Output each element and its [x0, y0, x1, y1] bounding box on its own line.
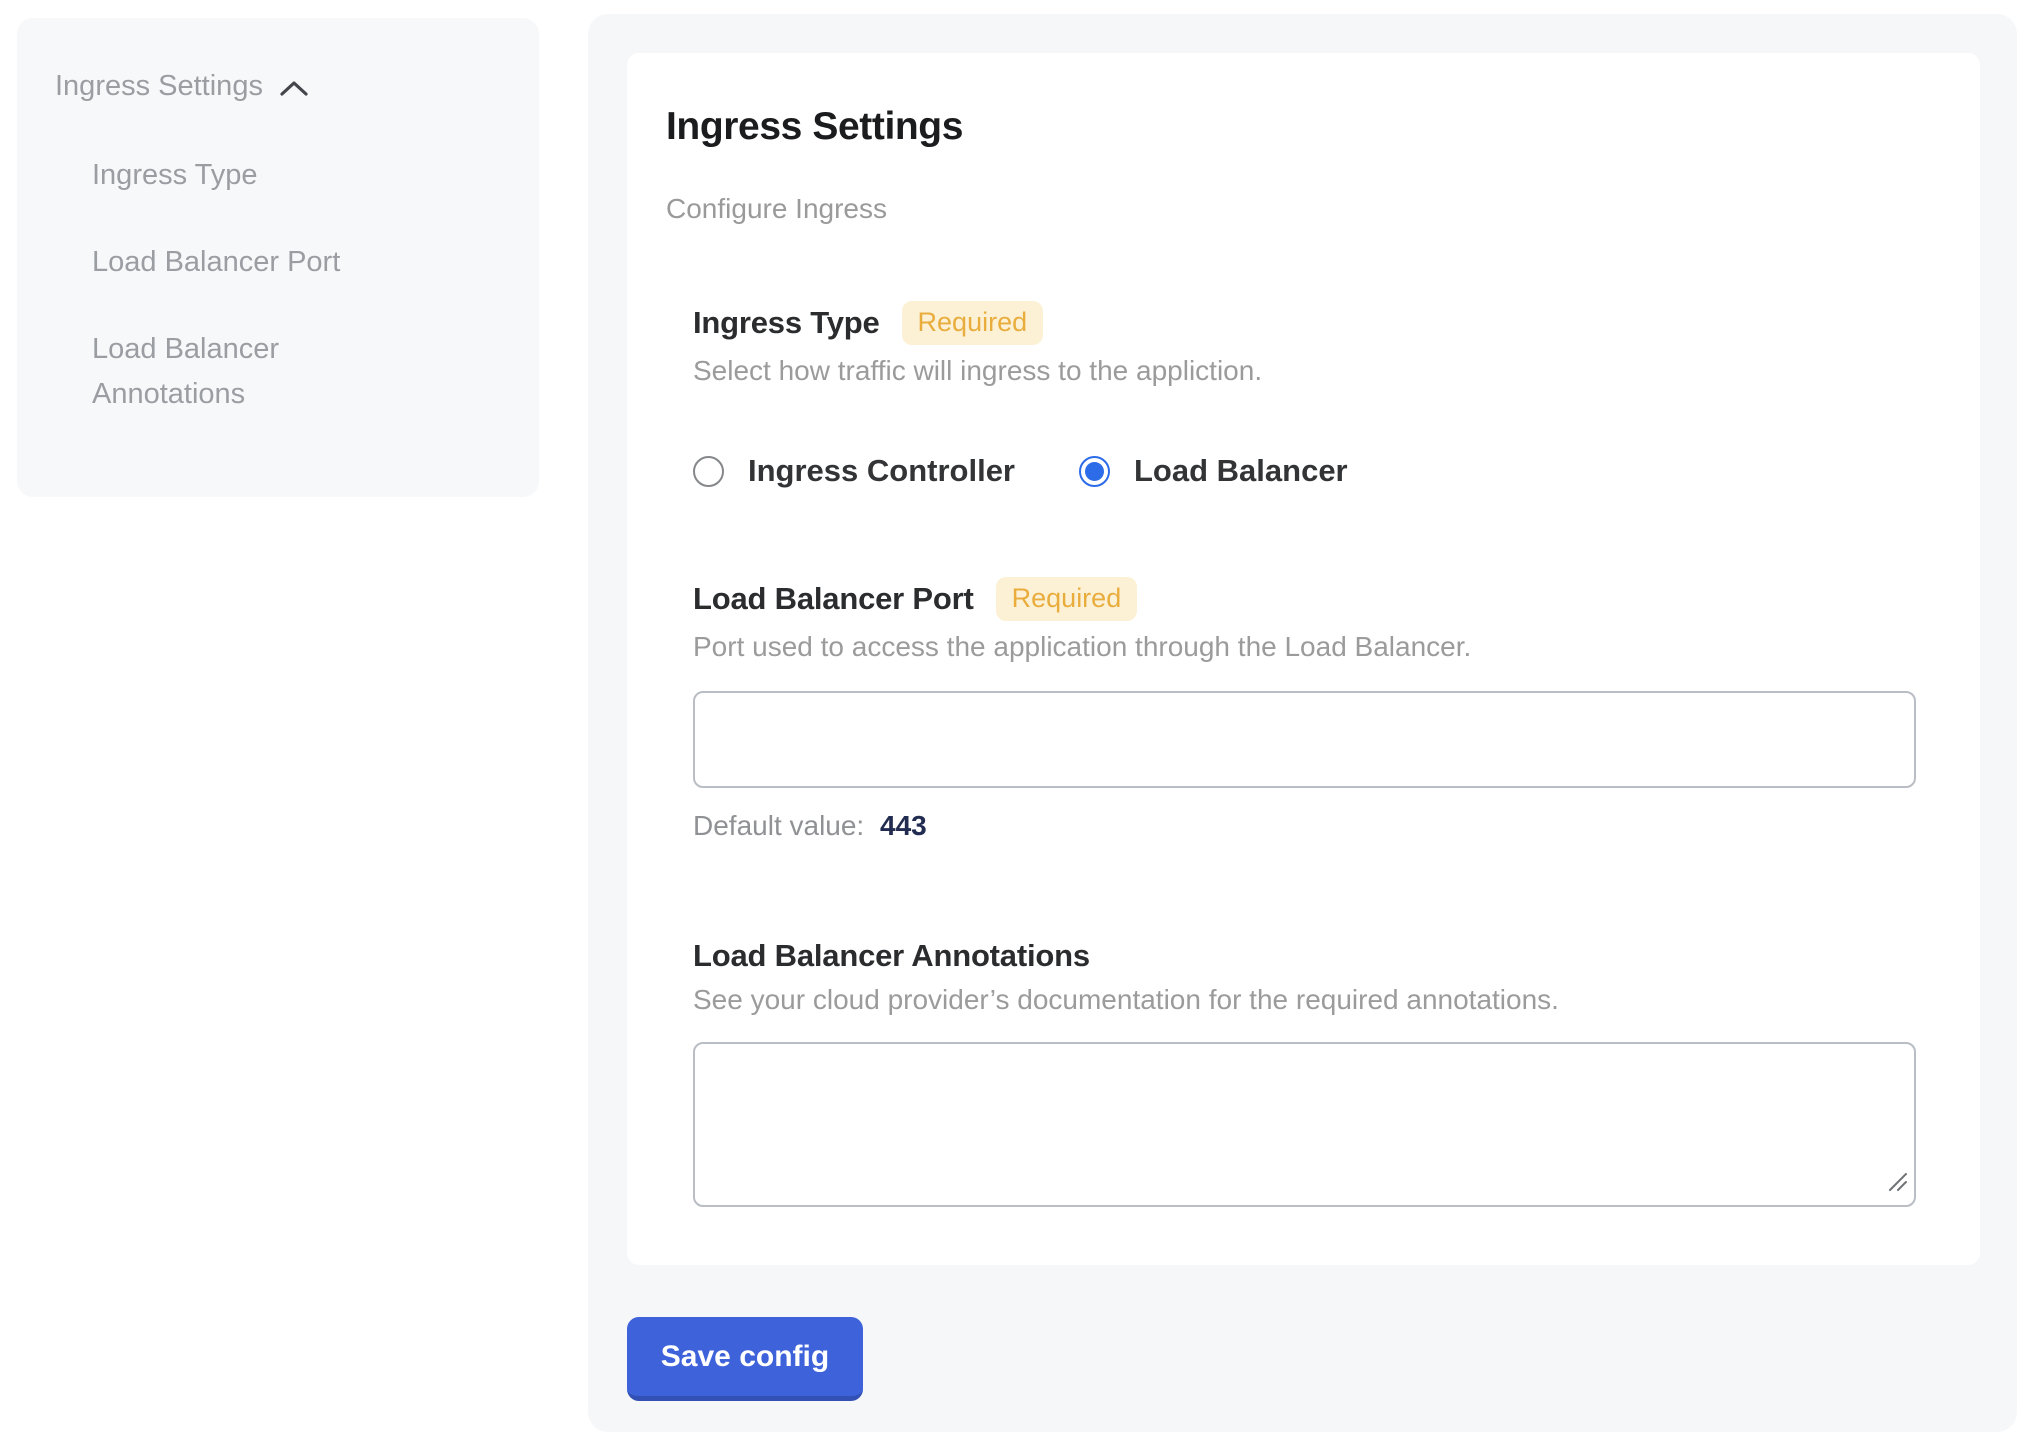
section-description: Select how traffic will ingress to the a… — [693, 355, 1916, 387]
section-title-row: Load Balancer Annotations — [693, 938, 1916, 974]
sidebar-section-label: Ingress Settings — [55, 70, 263, 103]
section-description: Port used to access the application thro… — [693, 631, 1916, 663]
section-title-row: Ingress Type Required — [693, 301, 1916, 345]
chevron-up-icon — [279, 80, 309, 98]
page-title: Ingress Settings — [666, 105, 1916, 149]
settings-sidebar: Ingress Settings Ingress Type Load Balan… — [17, 18, 539, 497]
section-title-load-balancer-port: Load Balancer Port — [693, 581, 974, 617]
section-title-row: Load Balancer Port Required — [693, 577, 1916, 621]
default-value-label: Default value: — [693, 810, 864, 841]
sidebar-item-ingress-type[interactable]: Ingress Type — [92, 153, 432, 198]
radio-option-load-balancer[interactable]: Load Balancer — [1079, 453, 1348, 489]
section-title-load-balancer-annotations: Load Balancer Annotations — [693, 938, 1090, 974]
default-value-line: Default value: 443 — [693, 810, 1916, 842]
load-balancer-annotations-textarea[interactable] — [693, 1042, 1916, 1207]
sidebar-subitems: Ingress Type Load Balancer Port Load Bal… — [55, 153, 509, 417]
radio-label: Load Balancer — [1134, 453, 1348, 489]
ingress-settings-card: Ingress Settings Configure Ingress Ingre… — [627, 53, 1980, 1265]
sidebar-item-load-balancer-port[interactable]: Load Balancer Port — [92, 240, 432, 285]
ingress-type-radio-group: Ingress Controller Load Balancer — [693, 453, 1916, 489]
radio-ingress-controller-unselected-icon[interactable] — [693, 456, 724, 487]
section-ingress-type: Ingress Type Required Select how traffic… — [693, 301, 1916, 489]
radio-label: Ingress Controller — [748, 453, 1015, 489]
save-config-button[interactable]: Save config — [627, 1317, 863, 1401]
page-subtitle: Configure Ingress — [666, 193, 1916, 225]
section-load-balancer-port: Load Balancer Port Required Port used to… — [693, 577, 1916, 842]
load-balancer-port-input[interactable] — [693, 691, 1916, 788]
required-badge: Required — [996, 577, 1138, 621]
radio-load-balancer-selected-icon[interactable] — [1079, 456, 1110, 487]
section-load-balancer-annotations: Load Balancer Annotations See your cloud… — [693, 938, 1916, 1207]
section-title-ingress-type: Ingress Type — [693, 305, 880, 341]
annotations-textarea-wrap — [693, 1042, 1916, 1207]
sidebar-section-ingress-settings[interactable]: Ingress Settings — [55, 70, 509, 103]
required-badge: Required — [902, 301, 1044, 345]
default-value-number: 443 — [880, 810, 927, 841]
settings-panel: Ingress Settings Configure Ingress Ingre… — [588, 14, 2017, 1432]
section-description: See your cloud provider’s documentation … — [693, 984, 1916, 1016]
radio-option-ingress-controller[interactable]: Ingress Controller — [693, 453, 1015, 489]
sidebar-item-load-balancer-annotations[interactable]: Load Balancer Annotations — [92, 327, 432, 417]
